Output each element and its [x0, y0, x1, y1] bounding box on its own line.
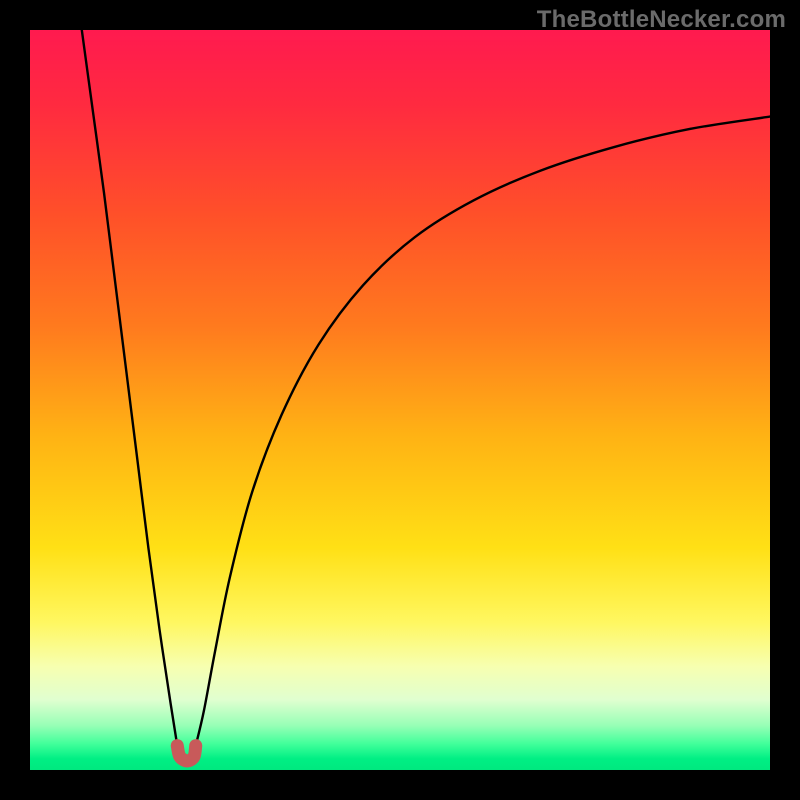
bottleneck-chart: [30, 30, 770, 770]
watermark-text: TheBottleNecker.com: [537, 6, 786, 34]
gradient-background: [30, 30, 770, 770]
chart-frame: [30, 30, 770, 770]
